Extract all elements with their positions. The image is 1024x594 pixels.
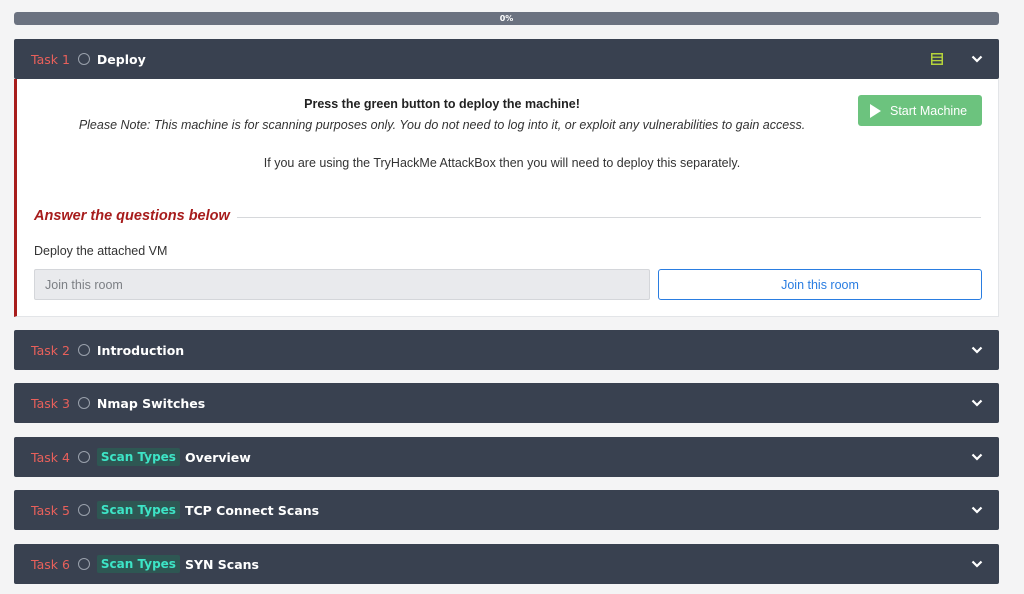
chevron-down-icon[interactable] [971, 451, 983, 463]
task-number: Task 4 [31, 449, 70, 465]
task-title: SYN Scans [184, 556, 259, 572]
scan-types-tag: Scan Types [96, 501, 180, 519]
question-text: Deploy the attached VM [34, 244, 168, 258]
task-number: Task 2 [31, 342, 70, 358]
chevron-down-icon[interactable] [971, 504, 983, 516]
task-title: Overview [184, 449, 251, 465]
play-icon [870, 103, 881, 118]
task-5: Task 5 Scan Types TCP Connect Scans [14, 490, 999, 530]
chevron-down-icon[interactable] [971, 397, 983, 409]
task-3-header[interactable]: Task 3 Nmap Switches [14, 383, 999, 423]
task-title: TCP Connect Scans [184, 502, 320, 518]
notes-icon[interactable] [931, 53, 943, 65]
circle-icon [77, 53, 90, 65]
task-number: Task 3 [31, 395, 70, 411]
progress-label: 0% [14, 12, 999, 25]
circle-icon [77, 504, 90, 516]
circle-icon [77, 397, 90, 409]
chevron-down-icon[interactable] [971, 344, 983, 356]
join-room-button[interactable]: Join this room [658, 269, 982, 300]
circle-icon [77, 558, 90, 570]
task-1-body: Press the green button to deploy the mac… [14, 79, 999, 317]
scan-types-tag: Scan Types [96, 448, 180, 466]
scan-types-tag: Scan Types [96, 555, 180, 573]
answer-heading: Answer the questions below [34, 208, 230, 224]
task-3: Task 3 Nmap Switches [14, 383, 999, 423]
task-1-header[interactable]: Task 1 Deploy [14, 39, 999, 79]
task-title: Nmap Switches [96, 395, 206, 411]
task-title: Introduction [96, 342, 185, 358]
circle-icon [77, 344, 90, 356]
task-5-header[interactable]: Task 5 Scan Types TCP Connect Scans [14, 490, 999, 530]
task-1: Task 1 Deploy Press the green button to … [14, 39, 999, 317]
attackbox-note: If you are using the TryHackMe AttackBox… [263, 156, 741, 170]
progress-bar: 0% [14, 12, 999, 25]
answer-input[interactable] [34, 269, 650, 300]
page: 0% Task 1 Deploy Press the green button … [0, 0, 1024, 594]
chevron-down-icon[interactable] [971, 558, 983, 570]
task-2-header[interactable]: Task 2 Introduction [14, 330, 999, 370]
task-2: Task 2 Introduction [14, 330, 999, 370]
task-number: Task 5 [31, 502, 70, 518]
circle-icon [77, 451, 90, 463]
task-6: Task 6 Scan Types SYN Scans [14, 544, 999, 584]
task-title: Deploy [96, 51, 146, 67]
task-number: Task 1 [31, 51, 70, 67]
chevron-down-icon[interactable] [971, 53, 983, 65]
task-6-header[interactable]: Task 6 Scan Types SYN Scans [14, 544, 999, 584]
start-machine-label: Start Machine [890, 103, 968, 118]
task-4-header[interactable]: Task 4 Scan Types Overview [14, 437, 999, 477]
divider [237, 217, 981, 218]
deploy-title: Press the green button to deploy the mac… [304, 97, 580, 111]
task-number: Task 6 [31, 556, 70, 572]
start-machine-button[interactable]: Start Machine [858, 95, 982, 126]
deploy-note: Please Note: This machine is for scannin… [78, 118, 806, 132]
task-4: Task 4 Scan Types Overview [14, 437, 999, 477]
